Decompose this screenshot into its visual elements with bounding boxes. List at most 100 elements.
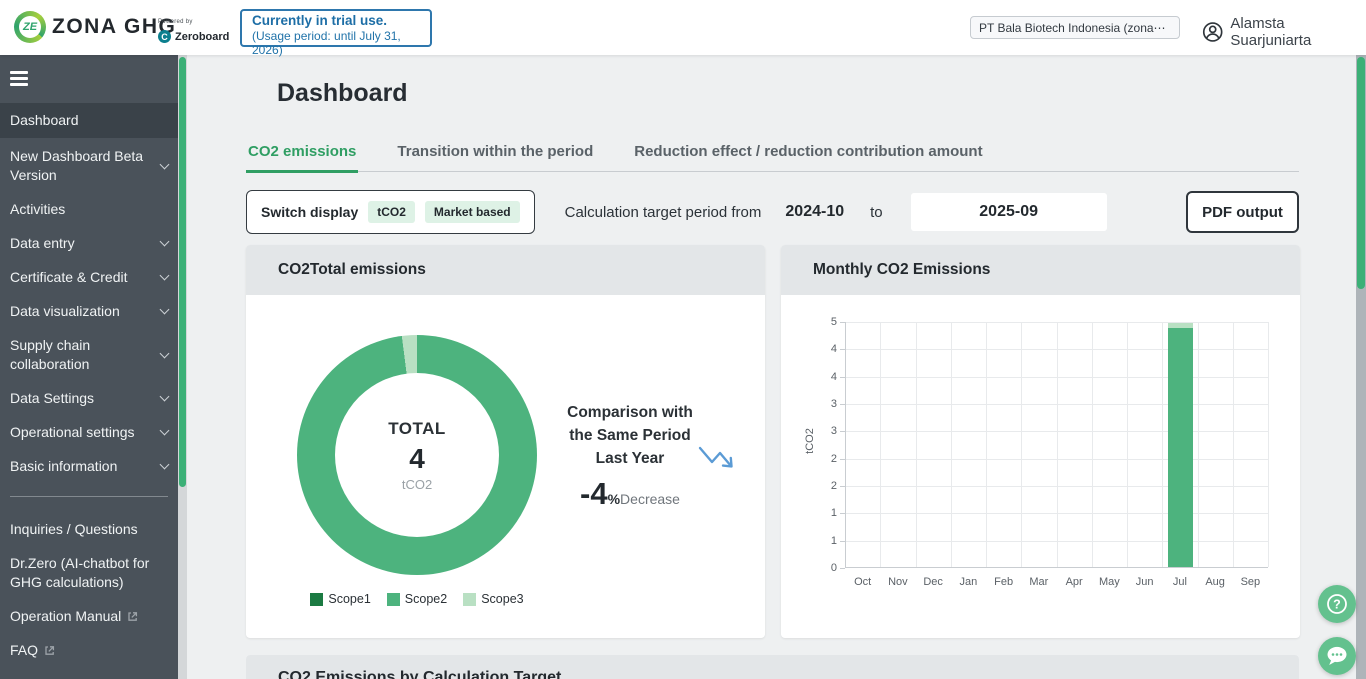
sidebar-scrollbar-thumb[interactable] xyxy=(179,57,186,487)
period-to-input[interactable] xyxy=(910,193,1107,231)
sidebar-item-label: Dr.Zero (AI-chatbot for GHG calculations… xyxy=(10,555,150,590)
tab-co2-emissions[interactable]: CO2 emissions xyxy=(246,141,359,173)
sidebar-item-label: Data visualization xyxy=(10,303,120,319)
y-tick-label: 0 xyxy=(830,562,837,574)
sidebar-item-label: Activities xyxy=(10,201,66,217)
zeroboard-label: Zeroboard xyxy=(175,30,230,43)
switch-badge-market-based[interactable]: Market based xyxy=(424,201,520,223)
external-link-icon xyxy=(128,612,138,621)
trial-notice: Currently in trial use. (Usage period: u… xyxy=(240,9,432,57)
sidebar-item-label: Operational settings xyxy=(10,424,135,440)
y-tick-label: 2 xyxy=(830,452,837,465)
y-tick-label: 4 xyxy=(830,343,837,356)
y-tick-label: 1 xyxy=(830,534,837,547)
trend-down-arrow-icon xyxy=(698,446,733,468)
calculation-target-card: CO2 Emissions by Calculation Target xyxy=(246,655,1299,679)
company-selector[interactable]: PT Bala Biotech Indonesia (zona⋯ xyxy=(970,16,1180,39)
sidebar-item-label: Inquiries / Questions xyxy=(10,521,138,537)
bar-chart-x-labels: Oct Nov Dec Jan Feb Mar Apr May Jun Jul Aug Sep xyxy=(845,576,1268,588)
gridline-vertical xyxy=(986,322,987,567)
sidebar-item-data-entry[interactable]: Data entry xyxy=(0,234,178,253)
sidebar-item-label: Basic information xyxy=(10,458,118,474)
sidebar-item-activities[interactable]: Activities xyxy=(0,200,178,219)
comparison-percent-sign: % xyxy=(607,491,621,507)
sidebar-item-label: New Dashboard Beta Version xyxy=(10,148,144,183)
switch-display-label: Switch display xyxy=(261,204,359,220)
x-tick-label-sep: Sep xyxy=(1240,576,1261,588)
x-tick-label-may: May xyxy=(1098,576,1120,588)
gridline-vertical xyxy=(915,322,917,567)
sidebar-nav: Dashboard New Dashboard Beta Version Activ… xyxy=(0,103,178,679)
switch-badge-tco2[interactable]: tCO2 xyxy=(368,201,415,223)
y-tick-label: 4 xyxy=(830,370,837,383)
x-tick-label-jan: Jan xyxy=(959,576,978,588)
gridline-vertical xyxy=(1127,322,1128,567)
sidebar-item-label: Operation Manual xyxy=(10,608,122,624)
x-tick-label-oct: Oct xyxy=(854,576,872,588)
sidebar-item-dashboard[interactable]: Dashboard xyxy=(0,103,178,138)
page-title: Dashboard xyxy=(277,79,408,107)
question-mark-icon: ? xyxy=(1327,594,1347,614)
sidebar-item-data-settings[interactable]: Data Settings xyxy=(0,389,178,408)
sidebar-item-terms-of-use[interactable]: Terms of Use xyxy=(0,675,178,679)
sidebar-item-certificate-credit[interactable]: Certificate & Credit xyxy=(0,268,178,287)
legend-item-scope1[interactable]: Scope1 xyxy=(310,592,371,606)
donut-total-unit: tCO2 xyxy=(401,476,433,492)
legend-item-scope3[interactable]: Scope3 xyxy=(463,592,524,606)
legend-item-scope2[interactable]: Scope2 xyxy=(386,592,448,606)
gridline-vertical xyxy=(1232,322,1234,567)
sidebar-item-label: Terms of Use xyxy=(10,675,92,679)
gridline-vertical xyxy=(1268,322,1269,567)
bar-chart-y-ticks: 5 4 4 3 3 2 2 1 1 0 xyxy=(781,316,837,574)
donut-total-value: 4 xyxy=(409,442,425,474)
x-tick-label-nov: Nov xyxy=(888,576,908,588)
sidebar-item-new-dashboard-beta-version[interactable]: New Dashboard Beta Version xyxy=(0,147,178,185)
calculation-target-card-title: CO2 Emissions by Calculation Target xyxy=(246,655,1299,679)
x-tick-label-mar: Mar xyxy=(1029,576,1049,588)
user-avatar-icon xyxy=(1202,22,1223,42)
y-tick-label: 5 xyxy=(830,316,837,328)
sidebar-item-label: Supply chain collaboration xyxy=(10,337,91,372)
sidebar-item-operation-manual[interactable]: Operation Manual xyxy=(0,607,178,626)
tab-transition-within-period[interactable]: Transition within the period xyxy=(395,141,595,173)
comparison-line1: Comparison with xyxy=(567,404,693,421)
total-emissions-card: CO2Total emissions TOTAL 4 tCO2 Comparis… xyxy=(246,245,765,638)
legend-swatch-scope3 xyxy=(463,592,477,606)
sidebar-item-label: Dashboard xyxy=(10,112,79,128)
sidebar-item-dr-zero-ai-chatbot-for-ghg-calculations[interactable]: Dr.Zero (AI-chatbot for GHG calculations… xyxy=(0,554,178,592)
legend-label: Scope2 xyxy=(404,592,448,606)
hamburger-menu-icon[interactable] xyxy=(0,55,178,103)
powered-by-block: Powered by C Zeroboard xyxy=(158,17,229,43)
sidebar-item-data-visualization[interactable]: Data visualization xyxy=(0,302,178,321)
help-button[interactable]: ? xyxy=(1318,585,1356,623)
user-menu[interactable]: Alamsta Suarjuniarta xyxy=(1202,15,1366,49)
switch-display-group: Switch display tCO2 Market based xyxy=(246,190,535,234)
y-tick-label: 3 xyxy=(830,425,837,438)
controls-row: Switch display tCO2 Market based Calculat… xyxy=(246,189,1299,235)
pdf-output-button[interactable]: PDF output xyxy=(1186,191,1299,233)
x-tick-label-feb: Feb xyxy=(994,576,1014,588)
external-link-icon xyxy=(45,646,55,655)
sidebar-item-basic-information[interactable]: Basic information xyxy=(0,457,178,476)
x-tick-label-aug: Aug xyxy=(1205,576,1225,588)
chat-button[interactable] xyxy=(1318,637,1356,675)
user-name: Alamsta Suarjuniarta xyxy=(1230,15,1312,49)
sidebar-item-inquiries-questions[interactable]: Inquiries / Questions xyxy=(0,520,178,539)
sidebar-item-supply-chain-collaboration[interactable]: Supply chain collaboration xyxy=(0,336,178,374)
monthly-emissions-bar-chart xyxy=(845,322,1269,568)
page-scrollbar-thumb[interactable] xyxy=(1357,57,1365,289)
main-content: Dashboard CO2 emissions Transition within… xyxy=(187,55,1356,679)
tab-reduction-effect[interactable]: Reduction effect / reduction contributio… xyxy=(632,141,984,173)
sidebar-item-faq[interactable]: FAQ xyxy=(0,641,178,660)
page-scrollbar-track xyxy=(1356,55,1366,679)
zeroboard-logo-icon: C xyxy=(158,30,171,43)
donut-total-label: TOTAL xyxy=(388,418,446,438)
sidebar-scrollbar-track xyxy=(178,55,187,679)
total-emissions-donut-chart: TOTAL 4 tCO2 xyxy=(297,335,537,575)
sidebar-item-operational-settings[interactable]: Operational settings xyxy=(0,423,178,442)
y-tick-mark xyxy=(840,568,845,569)
chevron-down-icon xyxy=(159,159,170,169)
period-to-word: to xyxy=(870,203,883,221)
x-tick-label-jul: Jul xyxy=(1172,576,1187,588)
y-tick-label: 3 xyxy=(830,398,837,410)
